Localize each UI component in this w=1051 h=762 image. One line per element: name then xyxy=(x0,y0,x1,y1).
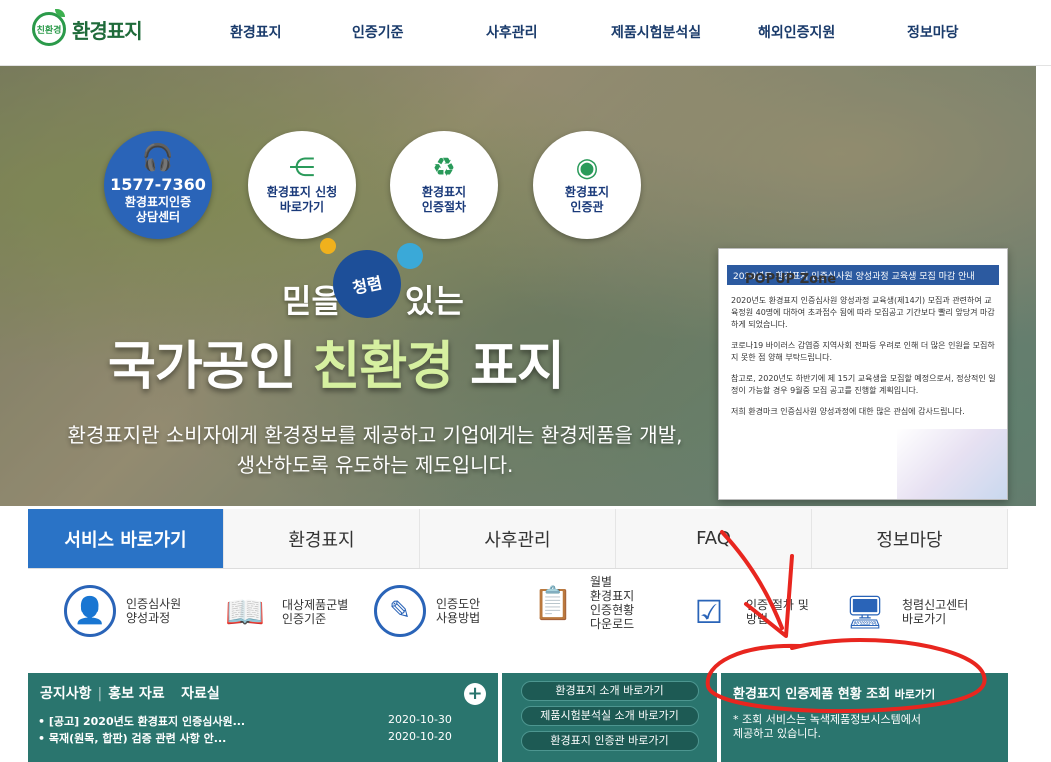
nav-item-eco-label[interactable]: 환경표지 xyxy=(230,22,282,42)
hero-description: 환경표지란 소비자에게 환경정보를 제공하고 기업에게는 환경제품을 개발, 생… xyxy=(67,423,683,477)
service-shortcuts: 👤 인증심사원 양성과정 📖 대상제품군별 인증기준 ✎ 인증도안 사용방법 📋… xyxy=(28,569,1008,667)
tab-eco-label[interactable]: 환경표지 xyxy=(224,509,420,568)
apply-button[interactable]: ⋲ 환경표지 신청 바로가기 xyxy=(248,131,356,239)
eco-label-intro-link[interactable]: 환경표지 소개 바로가기 xyxy=(520,681,699,701)
product-status-desc: * 조회 서비스는 녹색제품정보시스템에서 제공하고 있습니다. xyxy=(733,713,922,740)
consult-center-button[interactable]: 🎧 1577-7360 환경표지인증 상담센터 xyxy=(104,131,212,239)
hall-label: 환경표지 인증관 xyxy=(564,185,610,214)
site-header: 친환경 환경표지 환경표지 인증기준 사후관리 제품시험분석실 해외인증지원 정… xyxy=(0,0,1051,66)
pen-icon: ✎ xyxy=(374,585,426,637)
hero-title: 국가공인 친환경 표지 xyxy=(108,337,565,397)
popup-body: 2020년도 환경표지 인증심사원 양성과정 교육생(제14기) 모집과 관련하… xyxy=(731,296,996,416)
document-check-icon: ☑ xyxy=(694,593,724,631)
service-auditor-training[interactable]: 👤 인증심사원 양성과정 xyxy=(64,585,181,637)
headset-icon: 🎧 xyxy=(141,143,175,173)
quick-links: 환경표지 소개 바로가기 제품시험분석실 소개 바로가기 환경표지 인증관 바로… xyxy=(502,673,717,762)
nav-item-criteria[interactable]: 인증기준 xyxy=(352,22,404,42)
product-status-title: 환경표지 인증제품 현황 조회 바로가기 xyxy=(733,687,936,702)
tab-faq[interactable]: FAQ xyxy=(616,509,812,568)
person-icon: 👤 xyxy=(64,585,116,637)
service-tabs: 서비스 바로가기 환경표지 사후관리 FAQ 정보마당 xyxy=(28,509,1008,569)
hall-button[interactable]: ◉ 환경표지 인증관 xyxy=(533,131,641,239)
notice-tabs: 공지사항 | 홍보 자료 자료실 xyxy=(40,686,220,702)
apply-label: 환경표지 신청 바로가기 xyxy=(266,185,338,214)
popup-zone-label: POPUP Zone xyxy=(745,272,837,287)
service-monthly-status[interactable]: 📋 월별 환경표지 인증현황 다운로드 xyxy=(526,575,634,631)
service-integrity-report[interactable]: 🖥 청렴신고센터 바로가기 xyxy=(838,585,969,639)
nav-item-info[interactable]: 정보마당 xyxy=(907,22,959,42)
decor-dot xyxy=(397,243,423,269)
recycle-leaf-icon: ♻ xyxy=(432,153,456,183)
decor-dot xyxy=(320,238,336,254)
product-status-box[interactable]: 환경표지 인증제품 현황 조회 바로가기 * 조회 서비스는 녹색제품정보시스템… xyxy=(721,673,1008,762)
certification-hall-link[interactable]: 환경표지 인증관 바로가기 xyxy=(520,731,699,751)
tab-after-management[interactable]: 사후관리 xyxy=(420,509,616,568)
nav-item-test-lab[interactable]: 제품시험분석실 xyxy=(611,22,701,42)
book-icon: 📖 xyxy=(225,593,265,631)
list-item-date: 2020-10-30 xyxy=(388,713,452,726)
list-item-date: 2020-10-20 xyxy=(388,730,452,743)
shortcut-label[interactable]: 바로가기 xyxy=(895,688,935,701)
consult-phone: 1577-7360 xyxy=(110,175,206,194)
more-button[interactable]: + xyxy=(464,683,486,705)
tab-info[interactable]: 정보마당 xyxy=(812,509,1008,568)
list-item[interactable]: • 목재(원목, 합판) 검증 관련 사항 안... xyxy=(38,730,226,746)
consult-label: 환경표지인증 상담센터 xyxy=(124,195,192,224)
procedure-label: 환경표지 인증절차 xyxy=(421,185,467,214)
tab-notice[interactable]: 공지사항 xyxy=(40,686,92,702)
test-lab-intro-link[interactable]: 제품시험분석실 소개 바로가기 xyxy=(520,706,699,726)
share-network-icon: ⋲ xyxy=(289,153,315,183)
notice-board: 공지사항 | 홍보 자료 자료실 + • [공고] 2020년도 환경표지 인증심사… xyxy=(28,673,498,762)
service-design-usage[interactable]: ✎ 인증도안 사용방법 xyxy=(374,585,480,637)
list-item[interactable]: • [공고] 2020년도 환경표지 인증심사원... xyxy=(38,713,245,729)
checklist-icon: 📋 xyxy=(533,584,573,622)
service-criteria[interactable]: 📖 대상제품군별 인증기준 xyxy=(218,585,348,639)
nav-item-after-management[interactable]: 사후관리 xyxy=(486,22,538,42)
monitor-icon: 🖥 xyxy=(844,593,886,631)
tab-service-shortcut[interactable]: 서비스 바로가기 xyxy=(28,509,224,568)
popup-decoration xyxy=(897,429,1007,499)
eco-label-icon: ◉ xyxy=(575,153,599,183)
procedure-button[interactable]: ♻ 환경표지 인증절차 xyxy=(390,131,498,239)
nav-item-overseas[interactable]: 해외인증지원 xyxy=(758,22,835,42)
tab-promo[interactable]: 홍보 자료 xyxy=(108,686,164,702)
service-procedure[interactable]: ☑ 인증 절차 및 방법 xyxy=(682,585,809,639)
main-nav: 환경표지 인증기준 사후관리 제품시험분석실 해외인증지원 정보마당 xyxy=(0,22,1051,44)
tab-archive[interactable]: 자료실 xyxy=(181,686,220,702)
